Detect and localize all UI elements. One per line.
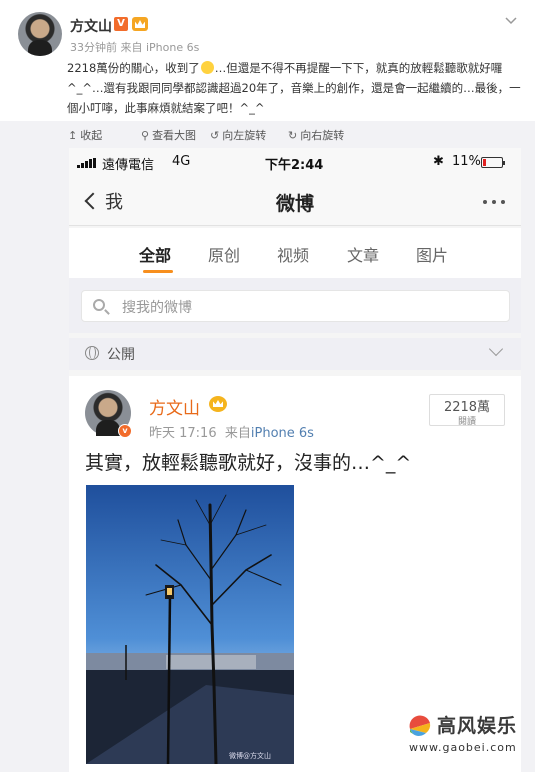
chevron-left-icon [84,192,102,210]
author-name[interactable]: 方文山 [70,16,112,36]
status-time: 下午2:44 [265,158,324,173]
rotate-right-icon: ↻ [288,128,298,142]
post-header: 方文山 V 33分钟前 来自 iPhone 6s [18,12,518,62]
post-text: 2218萬份的關心，收到了 …但還是不得不再提醒一下下，就真的放輕鬆聽歌就好囉^_… [67,58,522,118]
tab-photos[interactable]: 图片 [416,242,448,266]
magnify-icon: ⚲ [141,128,150,142]
post-text-part1: 2218萬份的關心，收到了 [67,61,200,75]
read-label: 閱讀 [457,417,476,427]
search-placeholder: 搜我的微博 [122,300,192,316]
rotate-left-button[interactable]: ↺ 向左旋转 [210,127,266,143]
card-source[interactable]: iPhone 6s [251,426,314,441]
smile-emoji-icon [200,61,214,74]
rotate-right-label: 向右旋转 [300,129,345,142]
rotate-left-icon: ↺ [210,128,220,142]
card-time: 昨天 17:16 [149,426,217,441]
site-watermark: 高风娱乐 www.gaobei.com [407,709,531,765]
view-large-button[interactable]: ⚲ 查看大图 [141,127,196,143]
status-bar: 遠傳電信 4G 下午2:44 ✱ 11% [69,148,521,178]
chevron-down-icon[interactable] [504,14,518,28]
tab-original[interactable]: 原创 [208,242,240,266]
card-source-prefix: 来自 [224,426,251,441]
globe-icon [85,346,99,360]
card-text: 其實，放輕鬆聽歌就好，沒事的…^_^ [85,452,412,474]
collapse-label: 收起 [80,129,103,142]
card-meta: 昨天 17:16 来自iPhone 6s [149,422,314,441]
tab-bar: 全部 原创 视频 文章 图片 [69,228,521,278]
tab-article[interactable]: 文章 [347,242,379,266]
battery-icon [481,157,505,168]
search-input[interactable]: 搜我的微博 [81,290,510,322]
search-icon [93,299,105,311]
tab-video[interactable]: 视频 [277,242,309,266]
read-count-badge: 2218萬 閱讀 [429,394,505,427]
crown-icon [132,17,148,31]
rotate-right-button[interactable]: ↻ 向右旋转 [288,127,344,143]
brand-url: www.gaobei.com [409,741,517,754]
battery-percent: 11% [452,154,481,169]
crown-icon [209,396,227,412]
filter-label: 公開 [107,347,135,363]
signal-icon [77,158,99,168]
network-type: 4G [172,154,191,169]
brand-logo-icon [409,715,431,736]
author-avatar[interactable] [18,12,62,56]
view-large-label: 查看大图 [152,129,197,142]
post-photo[interactable]: 微博@方文山 [86,485,294,764]
tab-all[interactable]: 全部 [139,242,171,266]
collapse-icon: ↥ [68,128,78,142]
embedded-screenshot: 遠傳電信 4G 下午2:44 ✱ 11% 微博 我 全部 原创 视频 文章 图片… [69,148,521,772]
active-tab-indicator [143,270,173,273]
read-count: 2218萬 [443,400,491,415]
brand-name: 高风娱乐 [437,715,518,737]
chevron-down-icon[interactable] [488,341,504,357]
back-label: 我 [105,192,123,213]
carrier-name: 遠傳電信 [102,158,155,173]
visibility-filter[interactable]: 公開 [69,338,521,370]
search-area: 搜我的微博 [69,278,521,333]
post-meta: 33分钟前 来自 iPhone 6s [70,41,200,54]
rotate-left-label: 向左旋转 [222,129,267,142]
more-icon[interactable] [483,200,505,204]
back-button[interactable]: 我 [83,188,123,214]
bluetooth-icon: ✱ [433,154,444,169]
card-author-name[interactable]: 方文山 [149,394,200,419]
nav-title: 微博 [275,193,314,215]
collapse-button[interactable]: ↥ 收起 [68,127,102,143]
photo-watermark: 微博@方文山 [229,751,271,760]
nav-bar: 微博 我 [69,178,521,226]
verified-badge-icon: v [118,424,132,438]
verified-badge: V [114,17,128,31]
